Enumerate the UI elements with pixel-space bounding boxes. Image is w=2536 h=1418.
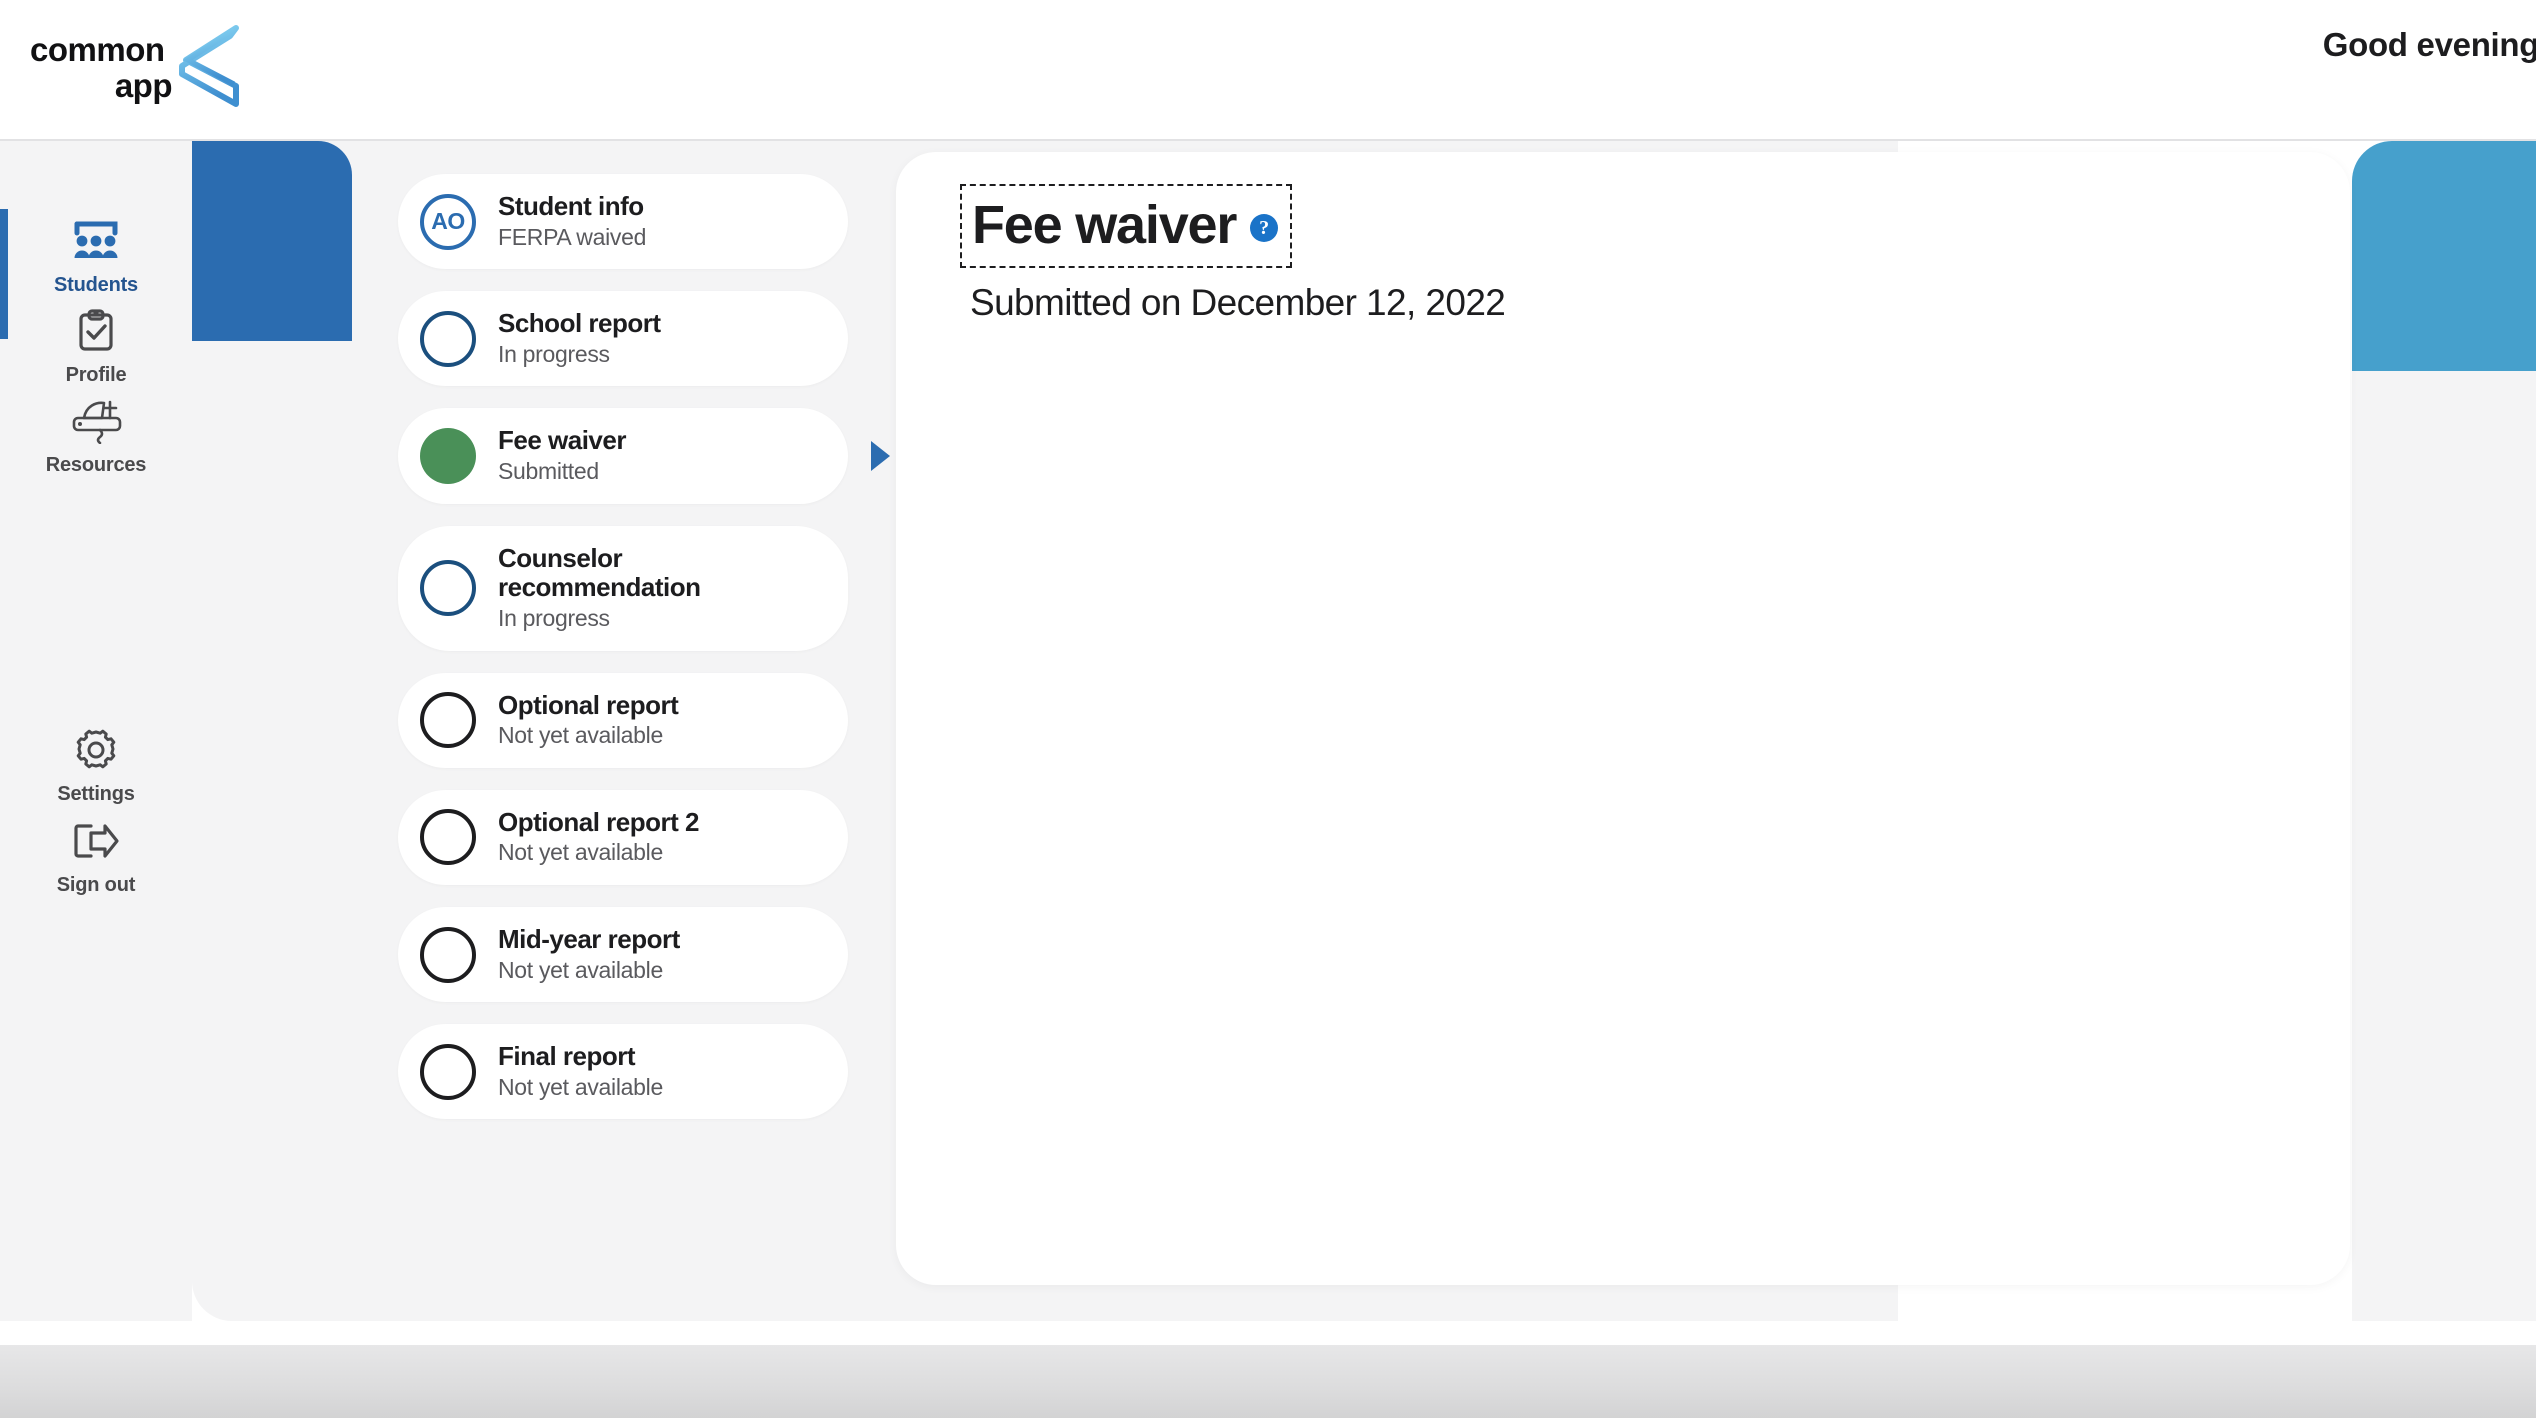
sidebar-item-sign-out[interactable]: Sign out	[0, 817, 192, 897]
list-item-student-info[interactable]: AO Student info FERPA waived	[398, 174, 848, 270]
status-circle-icon	[420, 926, 476, 983]
list-item-title: Mid-year report	[498, 923, 680, 954]
page-title-focus-box: Fee waiver ?	[960, 184, 1293, 268]
status-circle-filled-icon	[420, 428, 476, 485]
list-item-final-report[interactable]: Final report Not yet available	[398, 1024, 848, 1120]
list-item-fee-waiver[interactable]: Fee waiver Submitted	[398, 408, 890, 504]
list-item-title: Fee waiver	[498, 425, 626, 456]
list-item-school-report[interactable]: School report In progress	[398, 291, 848, 387]
logo-line-2: app	[114, 67, 173, 104]
list-item-status: FERPA waived	[498, 223, 647, 250]
list-item-title: Counselor recommendation	[498, 542, 701, 603]
list-item-status: In progress	[498, 340, 610, 367]
sidebar-item-label: Students	[54, 274, 138, 296]
sidebar-item-profile[interactable]: Profile	[0, 307, 192, 387]
bottom-scroll-strip[interactable]	[0, 1345, 2536, 1418]
list-item-title: Optional report	[498, 689, 679, 720]
sidebar-item-label: Sign out	[56, 874, 136, 896]
top-header-bar: common app Good evening,	[0, 0, 2536, 141]
list-item-title: Final report	[498, 1041, 636, 1072]
avatar: AO	[420, 193, 476, 250]
status-circle-icon	[420, 560, 476, 617]
sidebar-item-settings[interactable]: Settings	[0, 726, 192, 806]
app-root: common app Good evening, Students Profil…	[0, 0, 2536, 1418]
detail-header: Fee waiver ? Submitted on December 12, 2…	[960, 184, 1506, 324]
commonapp-ribbon-logo-icon	[179, 25, 239, 107]
status-circle-icon	[420, 1043, 476, 1100]
sign-out-icon	[70, 817, 122, 865]
question-mark-help-icon[interactable]: ?	[1250, 214, 1279, 242]
commonapp-logo[interactable]: common app	[30, 18, 290, 114]
selected-item-arrow-icon	[871, 441, 890, 472]
sidebar-item-resources[interactable]: Resources	[0, 397, 192, 477]
logo-line-1: common	[30, 31, 165, 68]
status-circle-icon	[420, 692, 476, 749]
list-item-title: School report	[498, 308, 661, 339]
logo-wordmark: common app	[30, 31, 173, 104]
list-item-status: Not yet available	[498, 722, 663, 749]
students-group-icon	[70, 217, 122, 265]
status-circle-icon	[420, 809, 476, 866]
greeting-text: Good evening,	[2322, 26, 2536, 63]
list-item-title: Student info	[498, 191, 644, 221]
list-item-status: Not yet available	[498, 1073, 663, 1100]
sidebar-item-students[interactable]: Students	[0, 217, 192, 297]
rail-bottom-filler	[0, 1321, 192, 1345]
list-item-status: Not yet available	[498, 956, 663, 983]
gear-icon	[70, 726, 122, 774]
list-item-status: Not yet available	[498, 839, 663, 866]
sidebar-item-label: Profile	[65, 364, 127, 386]
clipboard-check-icon	[70, 307, 122, 355]
submitted-date-text: Submitted on December 12, 2022	[970, 282, 1506, 323]
status-circle-icon	[420, 310, 476, 367]
page-title: Fee waiver	[972, 195, 1237, 255]
application-checklist: AO Student info FERPA waived School repo…	[398, 174, 890, 1141]
list-item-optional-report[interactable]: Optional report Not yet available	[398, 672, 848, 768]
list-item-title: Optional report 2	[498, 806, 699, 837]
list-item-status: In progress	[498, 604, 610, 631]
list-item-counselor-recommendation[interactable]: Counselor recommendation In progress	[398, 525, 848, 651]
list-item-optional-report-2[interactable]: Optional report 2 Not yet available	[398, 789, 848, 885]
detail-content-card: Fee waiver ? Submitted on December 12, 2…	[896, 152, 2350, 1285]
list-item-status: Submitted	[498, 458, 599, 485]
right-panel-filler	[2352, 371, 2536, 1321]
active-student-tab-block	[192, 141, 352, 341]
right-accent-banner	[2352, 141, 2536, 371]
sidebar-item-label: Settings	[57, 783, 135, 805]
list-item-mid-year-report[interactable]: Mid-year report Not yet available	[398, 906, 848, 1003]
swiss-army-knife-icon	[70, 397, 122, 445]
left-nav-rail: Students Profile Resources Settings Sign…	[0, 141, 192, 1418]
sidebar-item-label: Resources	[45, 454, 147, 476]
